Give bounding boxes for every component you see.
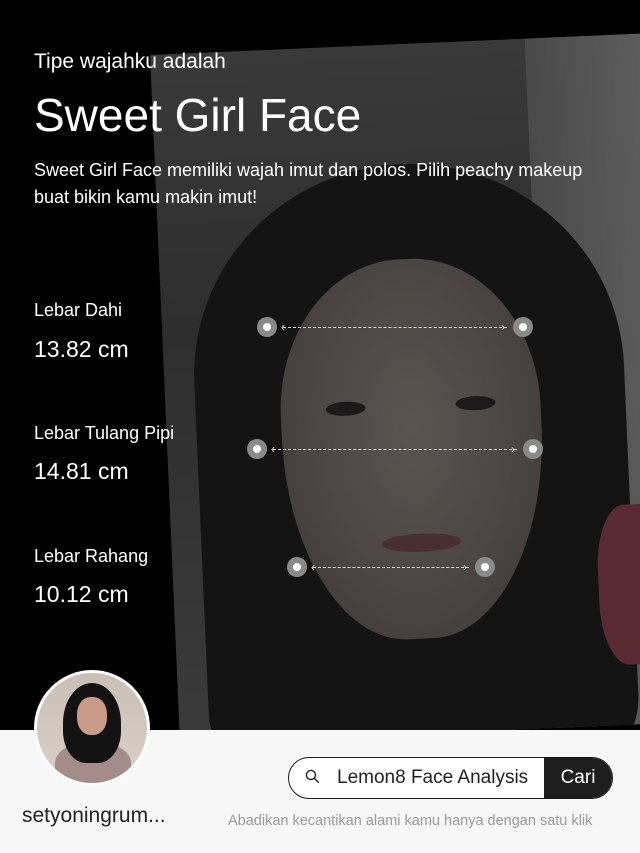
face-type-description: Sweet Girl Face memiliki wajah imut dan …: [34, 160, 583, 207]
arrow-left-icon: ‹: [271, 442, 275, 456]
cheekbone-measure-line: ‹ ›: [247, 439, 543, 461]
username[interactable]: setyoningrum...: [22, 804, 166, 828]
metric-value-forehead: 13.82 cm: [34, 336, 129, 362]
metric-label-cheekbone: Lebar Tulang Pipi: [34, 423, 175, 443]
metric-value-cheekbone: 14.81 cm: [34, 458, 129, 484]
arrow-right-icon: ›: [511, 442, 515, 456]
dashed-line: [313, 567, 469, 568]
dashed-line: [273, 449, 517, 450]
arrow-right-icon: ›: [501, 320, 505, 334]
search-icon: [305, 769, 319, 783]
arrow-right-icon: ›: [463, 560, 467, 574]
measure-point: [257, 317, 277, 337]
metric-label-jaw: Lebar Rahang: [34, 546, 149, 566]
measure-point: [523, 439, 543, 459]
arrow-left-icon: ‹: [311, 560, 315, 574]
search-query-text[interactable]: Lemon8 Face Analysis: [337, 767, 528, 789]
tagline: Abadikan kecantikan alami kamu hanya den…: [228, 813, 593, 829]
metric-label-forehead: Lebar Dahi: [34, 300, 123, 320]
measure-point: [513, 317, 533, 337]
forehead-measure-line: ‹ ›: [257, 317, 533, 339]
user-avatar[interactable]: [34, 670, 150, 786]
search-button[interactable]: Cari: [544, 758, 612, 798]
jaw-measure-line: ‹ ›: [287, 557, 495, 579]
measure-point: [287, 557, 307, 577]
metric-value-jaw: 10.12 cm: [34, 581, 129, 607]
measure-point: [247, 439, 267, 459]
measure-point: [475, 557, 495, 577]
dashed-line: [283, 327, 507, 328]
face-type-title: Sweet Girl Face: [34, 89, 362, 141]
arrow-left-icon: ‹: [281, 320, 285, 334]
avatar-face: [77, 697, 107, 735]
result-subtitle: Tipe wajahku adalah: [34, 50, 226, 73]
search-bar[interactable]: Lemon8 Face Analysis Cari: [288, 757, 613, 799]
